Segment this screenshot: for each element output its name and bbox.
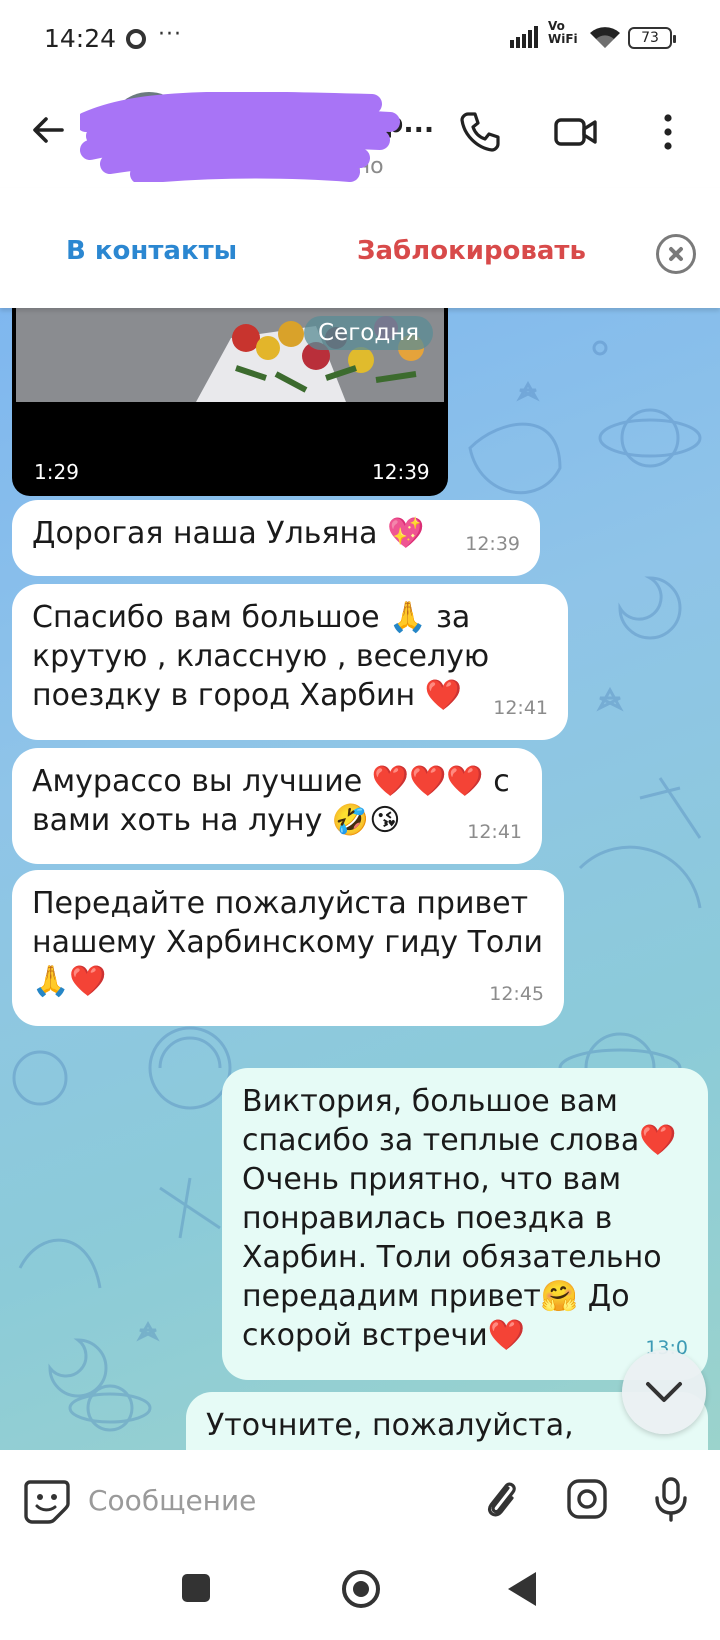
signal-icon [510,26,538,48]
message-input[interactable] [88,1476,448,1524]
video-message[interactable]: Сегодня 1:29 12:39 [12,308,448,496]
chat-header: р... Был(а) недавно [0,78,720,188]
date-separator: Сегодня [304,316,434,350]
add-to-contacts-button[interactable]: В контакты [66,236,237,266]
notification-icon [126,29,146,49]
chevron-down-icon [646,1382,682,1402]
microphone-icon[interactable] [648,1476,694,1522]
message-text: Передайте пожалуйста привет нашему Харби… [32,886,543,999]
status-bar: 14:24 ··· Vo WiFi 73 [0,0,720,78]
close-bar-icon[interactable] [656,234,696,274]
message-bubble[interactable]: Передайте пожалуйста привет нашему Харби… [12,870,564,1026]
message-time: 12:39 [372,460,430,484]
phone-icon[interactable] [456,108,504,156]
camera-icon[interactable] [564,1476,610,1522]
contact-action-bar: В контакты Заблокировать [0,188,720,308]
home-button[interactable] [342,1570,380,1608]
video-duration: 1:29 [34,460,79,484]
message-input-bar [0,1450,720,1550]
more-vertical-icon[interactable] [648,108,688,156]
block-user-button[interactable]: Заблокировать [357,236,586,266]
attach-icon[interactable] [478,1476,524,1522]
back-arrow-icon[interactable] [28,110,68,150]
message-text: Амурассо вы лучшие ❤️❤️❤️ с вами хоть на… [32,764,510,838]
message-bubble[interactable]: Дорогая наша Ульяна 💖 12:39 [12,500,540,576]
video-camera-icon[interactable] [552,108,600,156]
chat-area[interactable]: Сегодня 1:29 12:39 Дорогая наша Ульяна 💖… [0,308,720,1450]
more-notifications-icon: ··· [158,22,182,47]
message-time: 12:41 [467,821,522,843]
system-back-button[interactable] [508,1572,536,1606]
battery-level: 73 [641,30,659,46]
wifi-icon [590,27,620,48]
system-navigation-bar [0,1550,720,1640]
status-time: 14:24 [44,24,117,53]
sticker-icon[interactable] [22,1476,72,1526]
vowifi-label: Vo WiFi [548,19,578,46]
message-bubble[interactable]: Спасибо вам большое 🙏 за крутую , классн… [12,584,568,740]
scroll-to-bottom-button[interactable] [622,1350,706,1434]
outgoing-message-bubble[interactable]: Виктория, большое вам спасибо за теплые … [222,1068,708,1380]
battery-indicator: 73 [628,27,676,49]
message-text: Уточните, пожалуйста, можем [206,1408,574,1450]
message-bubble[interactable]: Амурассо вы лучшие ❤️❤️❤️ с вами хоть на… [12,748,542,864]
message-time: 12:45 [489,983,544,1005]
recents-button[interactable] [182,1574,210,1602]
message-text: Виктория, большое вам спасибо за теплые … [242,1084,677,1353]
message-time: 12:41 [493,697,548,719]
message-time: 12:39 [465,533,520,555]
message-text: Спасибо вам большое 🙏 за крутую , классн… [32,600,490,713]
message-text: Дорогая наша Ульяна 💖 [32,516,425,551]
redaction-scribble [80,92,400,182]
